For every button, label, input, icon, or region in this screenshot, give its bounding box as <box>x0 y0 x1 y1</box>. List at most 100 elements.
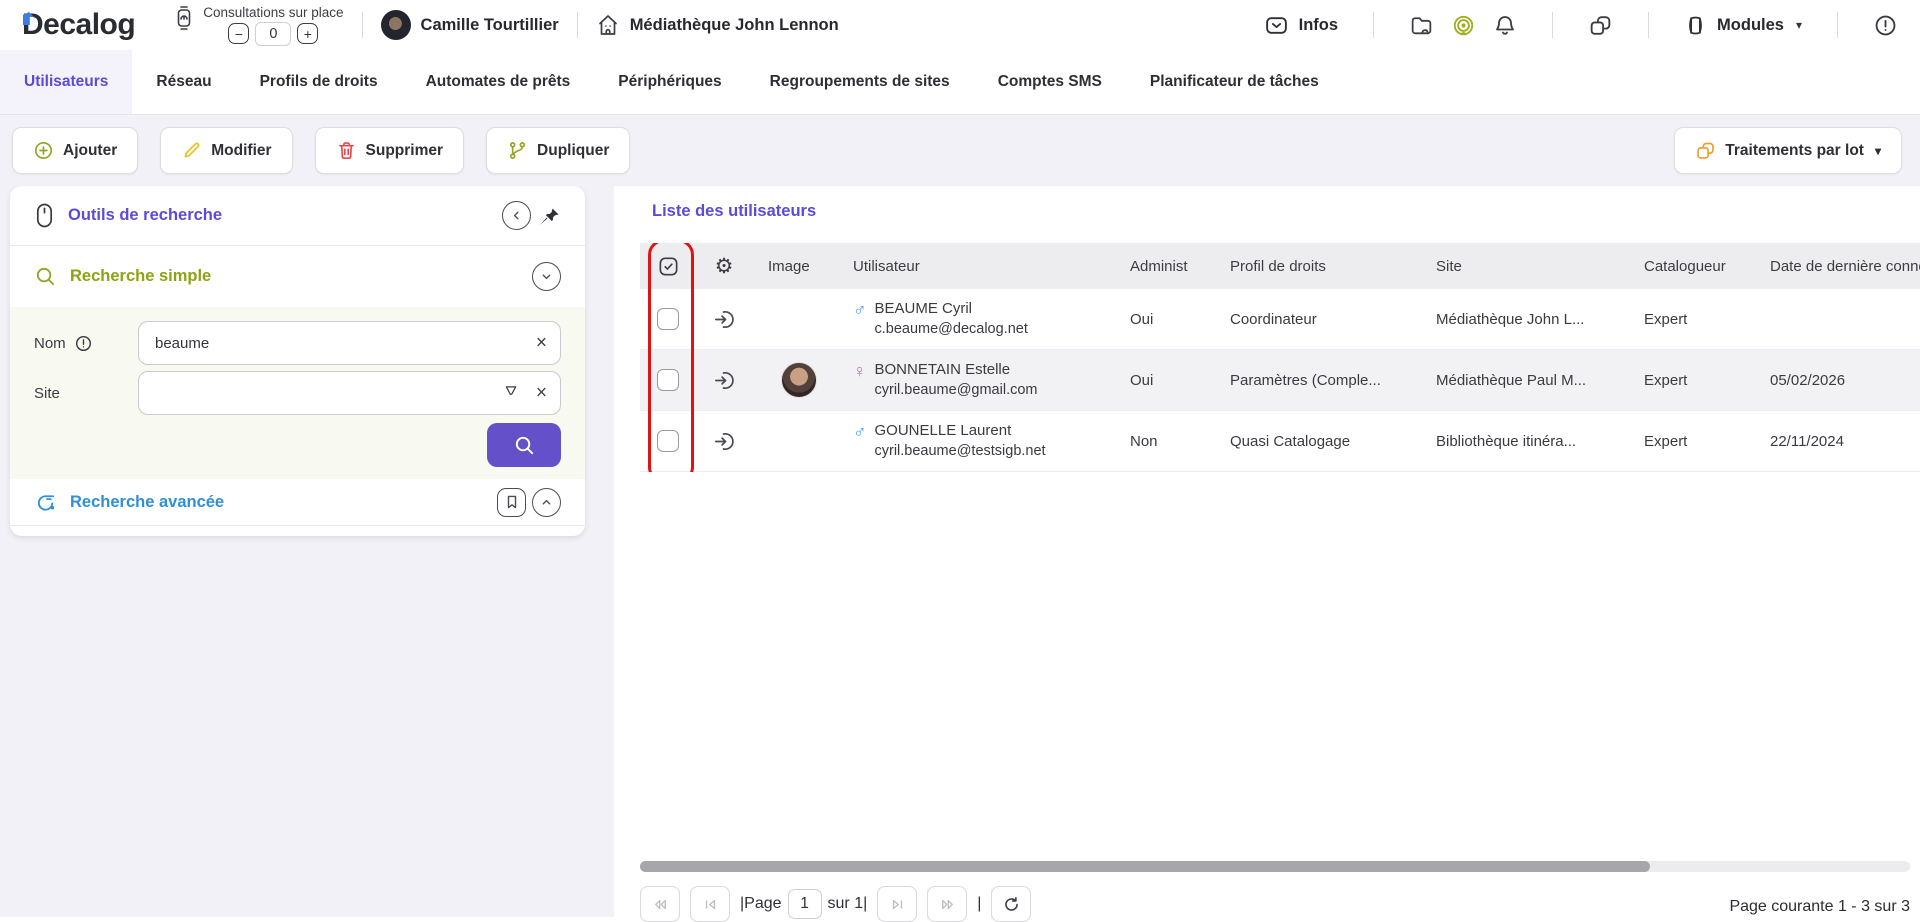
app-header: Decalog Consultations sur place − 0 + Ca… <box>0 0 1920 50</box>
counter-value[interactable]: 0 <box>255 22 291 46</box>
info-circle-icon[interactable] <box>1873 13 1898 38</box>
table-row[interactable]: ♂ GOUNELLE Laurent cyril.beaume@testsigb… <box>640 411 1920 472</box>
male-icon: ♂ <box>853 422 867 442</box>
simple-search-title: Recherche simple <box>70 267 211 286</box>
user-identity-cell: ♂ GOUNELLE Laurent cyril.beaume@testsigb… <box>845 421 1122 461</box>
login-as-icon[interactable] <box>696 369 752 392</box>
counter-label: Consultations sur place <box>203 5 343 20</box>
row-checkbox[interactable] <box>657 369 679 391</box>
divider <box>10 525 585 526</box>
last-login-cell: 05/02/2026 <box>1758 372 1920 389</box>
login-as-icon[interactable] <box>696 430 752 453</box>
profile-cell: Coordinateur <box>1218 311 1424 328</box>
batch-label: Traitements par lot <box>1725 142 1864 160</box>
col-header-image[interactable]: Image <box>752 258 845 275</box>
modules-label: Modules <box>1717 16 1784 35</box>
infos-button[interactable]: Infos <box>1264 13 1338 38</box>
duplicate-label: Dupliquer <box>537 142 609 160</box>
pencil-icon <box>181 140 202 161</box>
table-row[interactable]: ♂ BEAUME Cyril c.beaume@decalog.net Oui … <box>640 289 1920 350</box>
col-header-last-login[interactable]: Date de dernière connexion <box>1758 258 1920 275</box>
folder-cloud-icon[interactable] <box>1409 13 1434 38</box>
name-search-input[interactable] <box>138 321 561 365</box>
site-name: Médiathèque John Lennon <box>630 16 839 35</box>
edit-button[interactable]: Modifier <box>160 127 292 174</box>
delete-button[interactable]: Supprimer <box>315 127 465 174</box>
batch-processing-button[interactable]: Traitements par lot ▾ <box>1674 127 1902 174</box>
users-table: ⚙ Image Utilisateur Administ Profil de d… <box>640 243 1920 472</box>
site-search-input[interactable] <box>138 371 561 415</box>
tab-planificateur-de-taches[interactable]: Planificateur de tâches <box>1126 50 1343 114</box>
header-separator <box>1837 12 1838 38</box>
modules-barrel-icon <box>1684 14 1707 37</box>
field-info-icon[interactable] <box>74 334 93 353</box>
admin-cell: Oui <box>1122 372 1218 389</box>
site-cell: Médiathèque Paul M... <box>1424 372 1632 389</box>
duplicate-button[interactable]: Dupliquer <box>486 127 630 174</box>
horizontal-scrollbar[interactable] <box>640 861 1910 872</box>
pin-icon[interactable] <box>537 204 561 228</box>
profile-cell: Quasi Catalogage <box>1218 433 1424 450</box>
tab-regroupements-de-sites[interactable]: Regroupements de sites <box>746 50 974 114</box>
row-checkbox[interactable] <box>657 308 679 330</box>
tab-reseau[interactable]: Réseau <box>132 50 235 114</box>
counter-device-icon <box>173 5 195 31</box>
checkbox-check-icon <box>657 255 680 278</box>
site-cell: Médiathèque John L... <box>1424 311 1632 328</box>
col-header-profile[interactable]: Profil de droits <box>1218 258 1424 275</box>
tab-utilisateurs[interactable]: Utilisateurs <box>0 50 132 114</box>
pager-divider: | <box>977 895 981 913</box>
male-icon: ♂ <box>853 300 867 320</box>
chevron-down-icon: ▾ <box>1875 144 1881 158</box>
col-header-cataloguer[interactable]: Catalogueur <box>1632 258 1758 275</box>
tab-automates-de-prets[interactable]: Automates de prêts <box>402 50 595 114</box>
tab-comptes-sms[interactable]: Comptes SMS <box>974 50 1126 114</box>
col-header-admin[interactable]: Administ <box>1122 258 1218 275</box>
counter-plus-button[interactable]: + <box>297 23 318 44</box>
tab-profils-de-droits[interactable]: Profils de droits <box>236 50 402 114</box>
mouse-icon <box>34 202 55 229</box>
decalog-logo[interactable]: Decalog <box>22 8 135 42</box>
row-checkbox[interactable] <box>657 430 679 452</box>
notifications-bell-icon[interactable] <box>1493 13 1517 37</box>
table-row[interactable]: ♀ BONNETAIN Estelle cyril.beaume@gmail.c… <box>640 350 1920 411</box>
search-submit-button[interactable] <box>487 423 561 467</box>
header-separator <box>1648 12 1649 38</box>
clear-name-icon[interactable]: × <box>536 334 547 353</box>
batch-squares-icon <box>1695 140 1716 161</box>
column-settings-gear-icon[interactable]: ⚙ <box>696 254 752 279</box>
search-tools-title: Outils de recherche <box>68 206 222 225</box>
page-suffix: sur 1| <box>828 895 868 913</box>
clear-site-icon[interactable]: × <box>536 384 547 403</box>
user-image-cell <box>752 362 845 398</box>
collapse-advanced-button[interactable] <box>532 488 561 517</box>
tab-peripheriques[interactable]: Périphériques <box>594 50 745 114</box>
broadcast-icon[interactable] <box>1451 13 1476 38</box>
scrollbar-thumb[interactable] <box>640 861 1650 872</box>
library-building-icon <box>596 13 620 37</box>
current-user[interactable]: Camille Tourtillier <box>381 10 559 40</box>
page-number-input[interactable] <box>788 889 822 919</box>
search-icon <box>34 265 57 288</box>
onsite-consultations-counter: Consultations sur place − 0 + <box>173 5 343 46</box>
admin-cell: Oui <box>1122 311 1218 328</box>
site-dropdown-icon[interactable] <box>503 383 519 404</box>
col-header-user[interactable]: Utilisateur <box>845 258 1122 275</box>
user-name: BEAUME Cyril <box>875 299 1028 319</box>
add-button[interactable]: Ajouter <box>12 127 138 174</box>
select-all-header[interactable] <box>640 255 696 278</box>
col-header-site[interactable]: Site <box>1424 258 1632 275</box>
page-prefix: |Page <box>740 895 782 913</box>
modules-menu-button[interactable]: Modules ▾ <box>1684 14 1802 37</box>
counter-minus-button[interactable]: − <box>228 23 249 44</box>
collapse-section-button[interactable] <box>532 262 561 291</box>
bookmark-search-button[interactable] <box>497 488 526 517</box>
user-name: GOUNELLE Laurent <box>875 421 1046 441</box>
collapse-panel-button[interactable] <box>502 201 531 230</box>
apps-squares-icon[interactable] <box>1588 13 1613 38</box>
login-as-icon[interactable] <box>696 308 752 331</box>
page-summary: Page courante 1 - 3 sur 3 <box>1729 898 1910 916</box>
current-site[interactable]: Médiathèque John Lennon <box>596 13 839 37</box>
infos-label: Infos <box>1299 16 1338 35</box>
module-tab-bar: Utilisateurs Réseau Profils de droits Au… <box>0 50 1920 115</box>
